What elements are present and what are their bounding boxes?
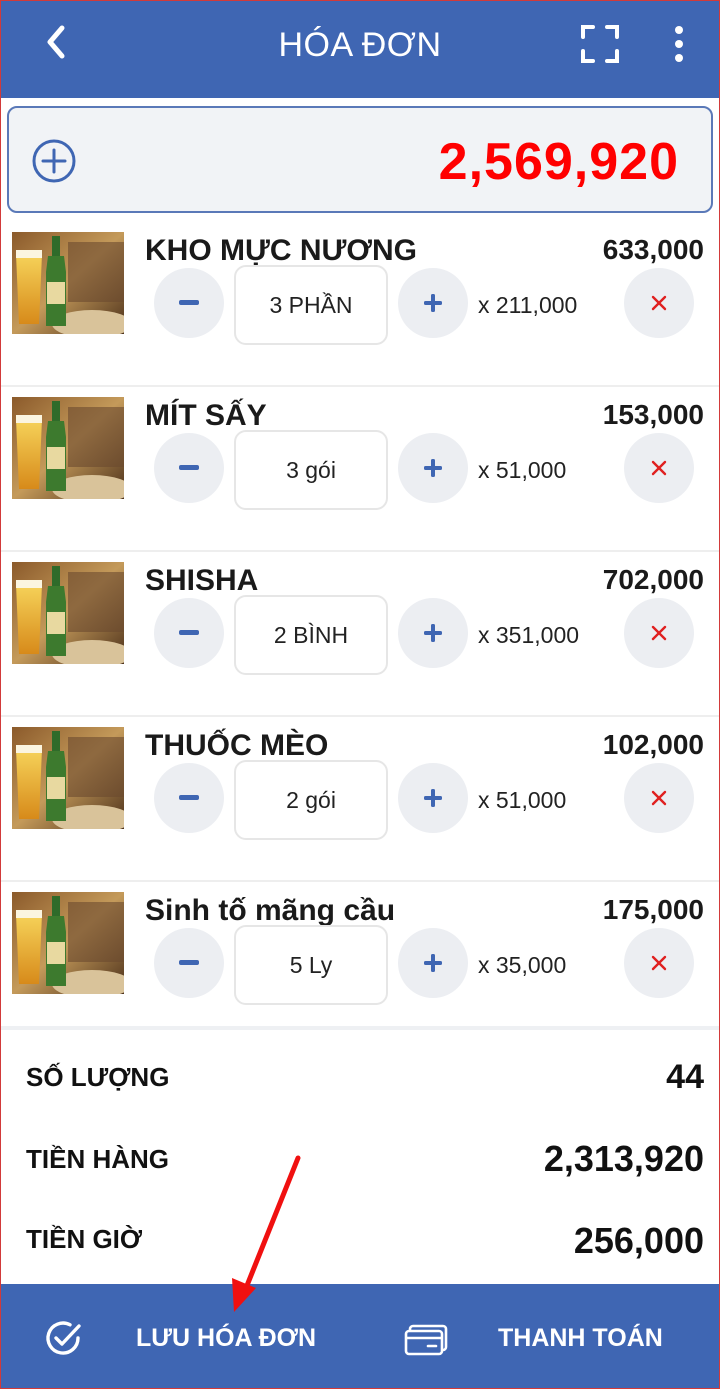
plus-icon <box>424 624 442 642</box>
bottom-action-bar: LƯU HÓA ĐƠN THANH TOÁN <box>0 1284 720 1389</box>
plus-circle-icon <box>32 139 76 183</box>
item-name: SHISHA <box>145 564 259 597</box>
minus-icon <box>179 795 199 800</box>
close-icon <box>651 955 667 971</box>
checkout-label: THANH TOÁN <box>498 1324 663 1352</box>
remove-item-button[interactable] <box>624 763 694 833</box>
summary-quantity-value: 44 <box>666 1058 704 1096</box>
more-dot <box>675 54 683 62</box>
item-name: MÍT SẤY <box>145 399 267 432</box>
remove-item-button[interactable] <box>624 928 694 998</box>
summary-goods-value: 2,313,920 <box>543 1138 704 1179</box>
invoice-summary: SỐ LƯỢNG 44 TIỀN HÀNG 2,313,920 TIỀN GIỜ… <box>0 1026 720 1284</box>
product-thumbnail-image <box>12 397 124 499</box>
fullscreen-icon <box>581 25 619 63</box>
more-dot <box>675 40 683 48</box>
minus-icon <box>179 465 199 470</box>
remove-item-button[interactable] <box>624 433 694 503</box>
increase-quantity-button[interactable] <box>398 598 468 668</box>
summary-time-label: TIỀN GIỜ <box>26 1224 143 1254</box>
item-line-total: 153,000 <box>602 399 704 430</box>
item-unit-price: x 51,000 <box>478 787 567 813</box>
quantity-field[interactable]: 5 Ly <box>234 925 388 1005</box>
product-thumbnail <box>12 727 124 829</box>
close-icon <box>651 790 667 806</box>
save-invoice-label: LƯU HÓA ĐƠN <box>136 1324 317 1352</box>
item-unit-price: x 35,000 <box>478 952 567 978</box>
item-line-total: 702,000 <box>602 564 704 595</box>
item-line-total: 102,000 <box>602 729 704 760</box>
plus-icon <box>424 954 442 972</box>
plus-icon <box>424 459 442 477</box>
plus-icon <box>424 294 442 312</box>
minus-icon <box>179 630 199 635</box>
quantity-field[interactable]: 2 gói <box>234 760 388 840</box>
invoice-item-row[interactable]: Sinh tố mãng cầu 175,000 5 Ly x 35,000 <box>0 882 720 1047</box>
more-button[interactable] <box>664 22 694 66</box>
item-line-total: 633,000 <box>602 234 704 265</box>
increase-quantity-button[interactable] <box>398 928 468 998</box>
plus-icon <box>424 789 442 807</box>
product-thumbnail-image <box>12 562 124 664</box>
quantity-field[interactable]: 3 PHẦN <box>234 265 388 345</box>
close-icon <box>651 460 667 476</box>
minus-icon <box>179 960 199 965</box>
invoice-item-row[interactable]: KHO MỰC NƯƠNG 633,000 3 PHẦN x 211,000 <box>0 222 720 387</box>
product-thumbnail <box>12 397 124 499</box>
invoice-item-row[interactable]: SHISHA 702,000 2 BÌNH x 351,000 <box>0 552 720 717</box>
close-icon <box>651 625 667 641</box>
summary-time-value: 256,000 <box>573 1220 704 1261</box>
summary-goods-label: TIỀN HÀNG <box>26 1144 169 1174</box>
increase-quantity-button[interactable] <box>398 763 468 833</box>
summary-quantity-label: SỐ LƯỢNG <box>26 1062 170 1092</box>
annotation-arrow <box>232 1155 301 1312</box>
invoice-total: 2,569,920 <box>438 133 679 191</box>
credit-card-icon <box>404 1324 448 1356</box>
item-name: KHO MỰC NƯƠNG <box>145 234 418 267</box>
item-unit-price: x 211,000 <box>478 292 578 318</box>
product-thumbnail <box>12 892 124 994</box>
increase-quantity-button[interactable] <box>398 268 468 338</box>
product-thumbnail-image <box>12 727 124 829</box>
app-header: HÓA ĐƠN <box>0 0 720 98</box>
summary-goods-row: TIỀN HÀNG 2,313,920 <box>26 1138 704 1188</box>
item-unit-price: x 51,000 <box>478 457 567 483</box>
decrease-quantity-button[interactable] <box>154 433 224 503</box>
decrease-quantity-button[interactable] <box>154 268 224 338</box>
decrease-quantity-button[interactable] <box>154 928 224 998</box>
product-thumbnail-image <box>12 232 124 334</box>
invoice-total-bar: 2,569,920 <box>7 106 713 213</box>
decrease-quantity-button[interactable] <box>154 763 224 833</box>
quantity-field[interactable]: 3 gói <box>234 430 388 510</box>
more-vertical-icon <box>675 26 683 34</box>
fullscreen-button[interactable] <box>580 24 620 64</box>
decrease-quantity-button[interactable] <box>154 598 224 668</box>
increase-quantity-button[interactable] <box>398 433 468 503</box>
summary-quantity-row: SỐ LƯỢNG 44 <box>26 1058 704 1108</box>
item-unit-price: x 351,000 <box>478 622 580 648</box>
item-line-total: 175,000 <box>602 894 704 925</box>
product-thumbnail <box>12 562 124 664</box>
product-thumbnail-image <box>12 892 124 994</box>
invoice-item-row[interactable]: MÍT SẤY 153,000 3 gói x 51,000 <box>0 387 720 552</box>
summary-time-row: TIỀN GIỜ 256,000 <box>26 1220 704 1270</box>
remove-item-button[interactable] <box>624 268 694 338</box>
close-icon <box>651 295 667 311</box>
item-name: Sinh tố mãng cầu <box>145 894 396 927</box>
checkout-button[interactable]: THANH TOÁN <box>360 1284 720 1389</box>
invoice-item-row[interactable]: THUỐC MÈO 102,000 2 gói x 51,000 <box>0 717 720 882</box>
remove-item-button[interactable] <box>624 598 694 668</box>
add-item-button[interactable] <box>31 138 77 184</box>
item-name: THUỐC MÈO <box>145 729 329 762</box>
check-circle-icon <box>46 1321 81 1355</box>
product-thumbnail <box>12 232 124 334</box>
minus-icon <box>179 300 199 305</box>
quantity-field[interactable]: 2 BÌNH <box>234 595 388 675</box>
invoice-items-list: KHO MỰC NƯƠNG 633,000 3 PHẦN x 211,000 M… <box>0 222 720 1047</box>
